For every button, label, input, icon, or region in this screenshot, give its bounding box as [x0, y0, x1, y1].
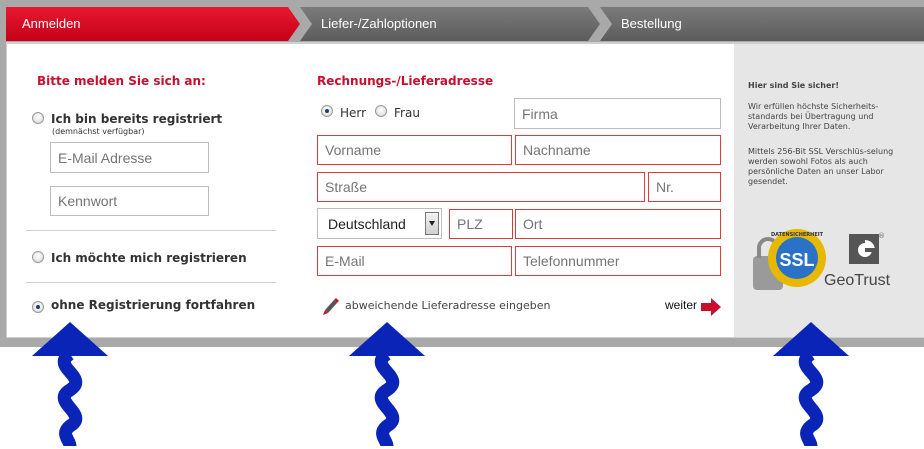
vorname-input[interactable] [317, 135, 512, 165]
label-register: Ich möchte mich registrieren [51, 251, 247, 265]
label-registered-note: (demnächst verfügbar) [52, 127, 145, 136]
ssl-ring-text: DATENSICHERHEIT [771, 232, 824, 238]
wavy-up-arrow-icon [349, 322, 425, 448]
geotrust-text: GeoTrust [824, 272, 891, 289]
step-anmelden[interactable]: Anmelden [2, 7, 292, 41]
security-text-1: Wir erfüllen höchste Sicherheits-standar… [748, 102, 879, 131]
ort-input[interactable] [515, 209, 721, 239]
radio-register[interactable] [32, 251, 44, 263]
label-guest: ohne Registrierung fortfahren [51, 298, 256, 312]
checkout-steps: Anmelden Liefer-/Zahloptionen Bestellung [0, 7, 924, 41]
login-password-input[interactable] [50, 186, 209, 216]
telefon-input[interactable] [515, 246, 721, 276]
address-heading: Rechnungs-/Lieferadresse [317, 74, 494, 88]
login-heading: Bitte melden Sie sich an: [37, 74, 206, 88]
login-email-input[interactable] [50, 142, 209, 173]
firma-input[interactable] [514, 98, 721, 129]
step-bestellung[interactable]: Bestellung [601, 7, 901, 41]
radio-guest[interactable] [32, 301, 44, 313]
geotrust-mark: ® [878, 232, 885, 240]
label-herr: Herr [340, 106, 367, 120]
strasse-input[interactable] [317, 172, 645, 202]
label-frau: Frau [394, 106, 420, 120]
pencil-icon [323, 298, 339, 315]
geotrust-label: GeoTrust [824, 272, 890, 290]
security-text-2: Mittels 256-Bit SSL Verschlüs-selung wer… [748, 147, 894, 186]
radio-registered[interactable] [32, 112, 44, 124]
weiter-label: weiter [665, 298, 698, 312]
ssl-seal-icon: SSL DATENSICHERHEIT [753, 229, 826, 290]
divider [26, 230, 276, 231]
wavy-up-arrow-icon [32, 322, 108, 448]
weiter-button[interactable]: weiter [665, 298, 697, 312]
nachname-input[interactable] [515, 135, 721, 165]
hausnummer-input[interactable] [648, 172, 721, 202]
plz-input[interactable] [449, 209, 513, 239]
radio-frau[interactable] [375, 105, 387, 117]
address-email-input[interactable] [317, 246, 512, 276]
wavy-up-arrow-icon [773, 322, 849, 448]
divider [26, 282, 276, 283]
country-value: Deutschland [328, 216, 406, 232]
country-select[interactable]: Deutschland [317, 208, 442, 239]
alt-address-link[interactable]: abweichende Lieferadresse eingeben [345, 299, 550, 312]
chevron-down-icon[interactable] [425, 212, 439, 235]
ssl-badge-text: SSL [779, 250, 814, 270]
red-arrow-icon[interactable] [701, 298, 721, 316]
step-liefer-zahloptionen[interactable]: Liefer-/Zahloptionen [301, 7, 591, 41]
security-heading: Hier sind Sie sicher! [748, 81, 839, 90]
label-registered: Ich bin bereits registriert [51, 112, 223, 126]
radio-herr[interactable] [321, 105, 333, 117]
